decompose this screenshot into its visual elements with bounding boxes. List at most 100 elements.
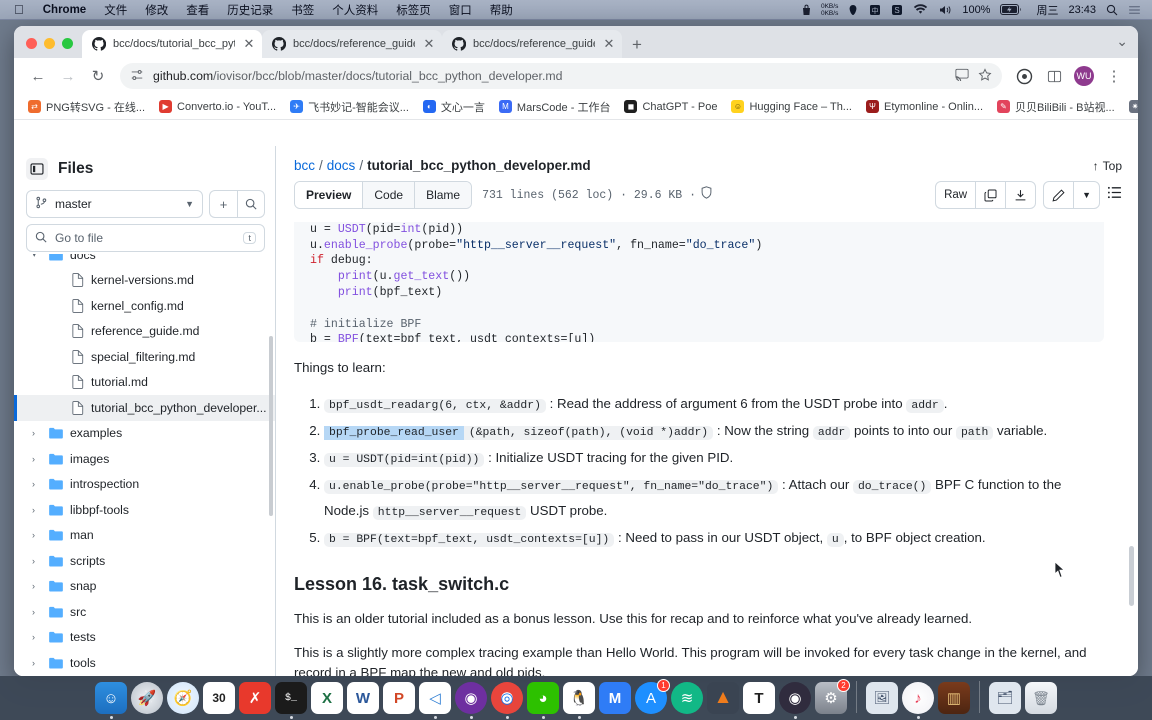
tree-folder-libbpf-tools[interactable]: › libbpf-tools	[14, 497, 275, 523]
wifi-icon[interactable]	[908, 3, 933, 16]
menubar-item-history[interactable]: 历史记录	[218, 2, 282, 18]
site-settings-icon[interactable]	[130, 68, 144, 85]
dock-item-stack-app[interactable]: ≋	[671, 682, 703, 714]
menubar-item-bookmarks[interactable]: 书签	[282, 2, 323, 18]
tab-preview[interactable]: Preview	[295, 182, 364, 208]
tree-folder-examples[interactable]: › examples	[14, 421, 275, 447]
dock-item-feishu[interactable]: M	[599, 682, 631, 714]
tree-file-reference-guide[interactable]: reference_guide.md	[14, 319, 275, 345]
tree-file-special-filtering[interactable]: special_filtering.md	[14, 344, 275, 370]
raw-button[interactable]: Raw	[936, 182, 977, 208]
bookmark-item[interactable]: ▶ Converto.io - YouT...	[153, 97, 282, 116]
tree-folder-snap[interactable]: › snap	[14, 574, 275, 600]
dock-item-downloads-stack[interactable]: 🗂	[989, 682, 1021, 714]
bookmark-item[interactable]: ⇄ PNG转SVG - 在线...	[22, 96, 151, 118]
tree-folder-docs[interactable]: ▾ docs	[14, 254, 275, 268]
tree-folder-tools[interactable]: › tools	[14, 650, 275, 676]
dock-item-chrome[interactable]: ◎	[491, 682, 523, 719]
bookmark-item[interactable]: ◐ 文心一言	[417, 96, 491, 118]
cast-icon[interactable]	[955, 68, 969, 84]
list-outline-icon[interactable]	[1107, 185, 1122, 205]
dock-item-word[interactable]: W	[347, 682, 379, 714]
dock-item-wechat[interactable]: ◕	[527, 682, 559, 719]
pencil-icon[interactable]	[1044, 182, 1075, 208]
apple-icon[interactable]: 	[6, 3, 34, 16]
dock-item-app-store[interactable]: A1	[635, 679, 670, 714]
browser-tab-3[interactable]: bcc/docs/reference_guide.mc ✕	[442, 30, 622, 58]
tab-blame[interactable]: Blame	[415, 182, 472, 208]
dock-item-calendar[interactable]: 30	[203, 682, 235, 714]
back-to-top-button[interactable]: ↑ Top	[1093, 159, 1122, 173]
close-tab-icon[interactable]: ✕	[602, 37, 616, 50]
minimize-window-button[interactable]	[44, 38, 55, 49]
close-window-button[interactable]	[26, 38, 37, 49]
sidebar-scrollbar[interactable]	[269, 336, 273, 516]
input-source-icon[interactable]: 中	[864, 4, 886, 16]
split-screen-icon[interactable]	[1040, 62, 1068, 90]
dock-item-typora[interactable]: T	[743, 682, 775, 714]
menubar-item-view[interactable]: 查看	[177, 2, 218, 18]
volume-icon[interactable]	[933, 4, 957, 16]
menubar-item-help[interactable]: 帮助	[481, 2, 522, 18]
tree-file-kernel-config[interactable]: kernel_config.md	[14, 293, 275, 319]
dock-item-excel[interactable]: X	[311, 682, 343, 714]
dock-item-system-settings[interactable]: ⚙ 2	[815, 679, 850, 714]
breadcrumb-repo[interactable]: bcc	[294, 158, 315, 173]
sogou-icon[interactable]: S	[886, 4, 908, 16]
dock-item-finder[interactable]: ☺	[95, 682, 127, 719]
tree-file-kernel-versions[interactable]: kernel-versions.md	[14, 268, 275, 294]
search-icon[interactable]	[237, 190, 265, 218]
chevron-down-icon[interactable]: ▼	[1074, 182, 1099, 208]
bookmark-star-icon[interactable]	[978, 67, 992, 85]
download-icon[interactable]	[1006, 182, 1035, 208]
bookmark-item[interactable]: M MarsCode - 工作台	[493, 96, 617, 118]
dock-item-preview[interactable]: 🖼	[866, 682, 898, 714]
dropbox-icon[interactable]	[842, 4, 864, 16]
bookmark-item[interactable]: ◼ ChatGPT - Poe	[618, 97, 723, 116]
tree-folder-man[interactable]: › man	[14, 523, 275, 549]
dock-item-github-desktop[interactable]: ◉	[455, 682, 487, 719]
dock-item-launchpad[interactable]: 🚀	[131, 682, 163, 714]
address-bar[interactable]: github.com/iovisor/bcc/blob/master/docs/…	[120, 63, 1002, 89]
tree-folder-src[interactable]: › src	[14, 599, 275, 625]
bookmark-item[interactable]: Ψ Etymonline - Onlin...	[860, 97, 989, 116]
dock-item-terminal[interactable]: $_	[275, 682, 307, 719]
control-center-icon[interactable]	[1123, 4, 1146, 16]
menubar-item-tabs[interactable]: 标签页	[387, 2, 440, 18]
dock-item-vlc[interactable]: ▲	[707, 682, 739, 714]
menubar-item-window[interactable]: 窗口	[440, 2, 481, 18]
branch-selector-button[interactable]: master ▼	[26, 190, 203, 218]
bookmark-item[interactable]: ✈ 飞书妙记-智能会议...	[284, 96, 415, 118]
browser-tab-1[interactable]: bcc/docs/tutorial_bcc_python ✕	[82, 30, 262, 58]
tree-folder-images[interactable]: › images	[14, 446, 275, 472]
bookmark-item[interactable]: ☺ Hugging Face – Th...	[725, 97, 858, 116]
dock-item-qq[interactable]: 🐧	[563, 682, 595, 719]
back-arrow-icon[interactable]: ←	[24, 62, 52, 90]
avatar[interactable]: WU	[1070, 62, 1098, 90]
tree-file-tutorial[interactable]: tutorial.md	[14, 370, 275, 396]
menubar-item-profile[interactable]: 个人资料	[323, 2, 387, 18]
forward-arrow-icon[interactable]: →	[54, 62, 82, 90]
dock-item-trash[interactable]: 🗑	[1025, 682, 1057, 714]
go-to-file-input[interactable]: Go to file t	[26, 224, 265, 252]
copy-icon[interactable]	[976, 182, 1007, 208]
menubar-app-name[interactable]: Chrome	[34, 4, 95, 16]
dock-item-obs[interactable]: ◉	[779, 682, 811, 719]
file-tree[interactable]: ▾ docs kernel-versions.md kernel_config.…	[14, 254, 275, 676]
close-tab-icon[interactable]: ✕	[242, 37, 256, 50]
add-file-icon[interactable]: +	[209, 190, 237, 218]
dock-item-powerpoint[interactable]: P	[383, 682, 415, 714]
shield-icon[interactable]	[700, 186, 713, 204]
dock-item-vscode[interactable]: ◁	[419, 682, 451, 719]
dock-item-safari[interactable]: 🧭	[167, 682, 199, 714]
menubar-item-edit[interactable]: 修改	[136, 2, 177, 18]
tree-folder-scripts[interactable]: › scripts	[14, 548, 275, 574]
dock-item-music[interactable]: ♪	[902, 682, 934, 719]
bookmark-item[interactable]: ✎ 贝贝BiliBili - B站视...	[991, 96, 1121, 118]
content-scrollbar[interactable]	[1129, 546, 1134, 606]
new-tab-button[interactable]: +	[622, 36, 652, 58]
extension-circle-icon[interactable]	[1010, 62, 1038, 90]
tree-folder-tests[interactable]: › tests	[14, 625, 275, 651]
battery-icon[interactable]	[995, 4, 1027, 15]
tree-folder-introspection[interactable]: › introspection	[14, 472, 275, 498]
